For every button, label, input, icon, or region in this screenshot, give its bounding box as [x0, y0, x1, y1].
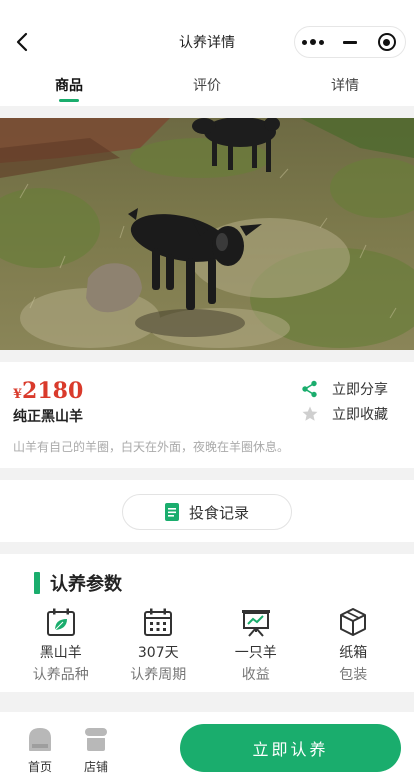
- more-button[interactable]: [295, 27, 332, 57]
- shop-button[interactable]: 店铺: [76, 726, 116, 775]
- product-image: [0, 118, 414, 350]
- product-description: 山羊有自己的羊圈，白天在外面，夜晚在羊圈休息。: [13, 440, 290, 454]
- tab-details[interactable]: 详情: [276, 68, 414, 106]
- star-icon: [300, 404, 320, 424]
- product-price: ¥2180: [13, 378, 83, 404]
- nav-header: 认养详情: [0, 0, 414, 68]
- price-value: 2180: [22, 378, 84, 404]
- calendar-leaf-icon: [12, 606, 110, 638]
- shop-icon: [85, 728, 107, 751]
- document-icon: [164, 503, 179, 521]
- easel-chart-icon: [207, 606, 305, 638]
- tab-product[interactable]: 商品: [0, 68, 138, 106]
- home-icon: [29, 728, 51, 751]
- favorite-label: 立即收藏: [332, 406, 388, 423]
- param-value: 307天: [137, 645, 179, 661]
- param-value: 纸箱: [339, 645, 368, 661]
- calendar-icon: [110, 606, 208, 638]
- param-yield: 一只羊 收益: [207, 606, 305, 684]
- param-label: 包装: [339, 667, 368, 683]
- close-button[interactable]: [368, 27, 405, 57]
- favorite-button[interactable]: 立即收藏: [300, 401, 388, 426]
- mini-program-capsule: [294, 26, 406, 58]
- share-button[interactable]: 立即分享: [300, 376, 388, 401]
- bottom-action-bar: 首页 店铺 立即认养: [0, 712, 414, 780]
- shop-label: 店铺: [83, 760, 108, 774]
- share-icon: [300, 379, 320, 399]
- param-label: 认养周期: [130, 667, 187, 683]
- adopt-now-button[interactable]: 立即认养: [180, 724, 401, 772]
- param-period: 307天 认养周期: [110, 606, 208, 684]
- target-close-icon: [377, 33, 396, 51]
- params-title: 认养参数: [50, 574, 122, 595]
- product-name: 纯正黑山羊: [13, 409, 83, 425]
- minimize-button[interactable]: [332, 27, 369, 57]
- more-dots-icon: [302, 39, 325, 45]
- product-info-card: ¥2180 纯正黑山羊 山羊有自己的羊圈，白天在外面，夜晚在羊圈休息。 立即分享…: [0, 362, 414, 468]
- feeding-section: 投食记录: [0, 480, 414, 542]
- param-value: 黑山羊: [39, 645, 82, 661]
- box-icon: [305, 606, 403, 638]
- tab-reviews[interactable]: 评价: [138, 68, 276, 106]
- param-label: 收益: [241, 667, 270, 683]
- param-breed: 黑山羊 认养品种: [12, 606, 110, 684]
- currency-symbol: ¥: [13, 387, 23, 402]
- home-button[interactable]: 首页: [20, 726, 60, 775]
- tab-bar: 商品 评价 详情: [0, 68, 414, 106]
- param-value: 一只羊: [234, 645, 277, 661]
- param-packaging: 纸箱 包装: [305, 606, 403, 684]
- params-heading: 认养参数: [34, 570, 122, 596]
- minimize-icon: [343, 40, 357, 44]
- param-label: 认养品种: [32, 667, 89, 683]
- home-label: 首页: [27, 760, 52, 774]
- feeding-record-button[interactable]: 投食记录: [122, 494, 292, 530]
- accent-bar: [34, 572, 40, 594]
- share-label: 立即分享: [332, 381, 388, 398]
- params-grid: 黑山羊 认养品种 307天 认养周期 一只羊 收益 纸箱 包装: [12, 606, 402, 684]
- feeding-record-label: 投食记录: [188, 503, 249, 522]
- adoption-params: 认养参数 黑山羊 认养品种 307天 认养周期 一只羊 收益 纸箱 包装: [0, 554, 414, 692]
- product-actions: 立即分享 立即收藏: [300, 376, 388, 426]
